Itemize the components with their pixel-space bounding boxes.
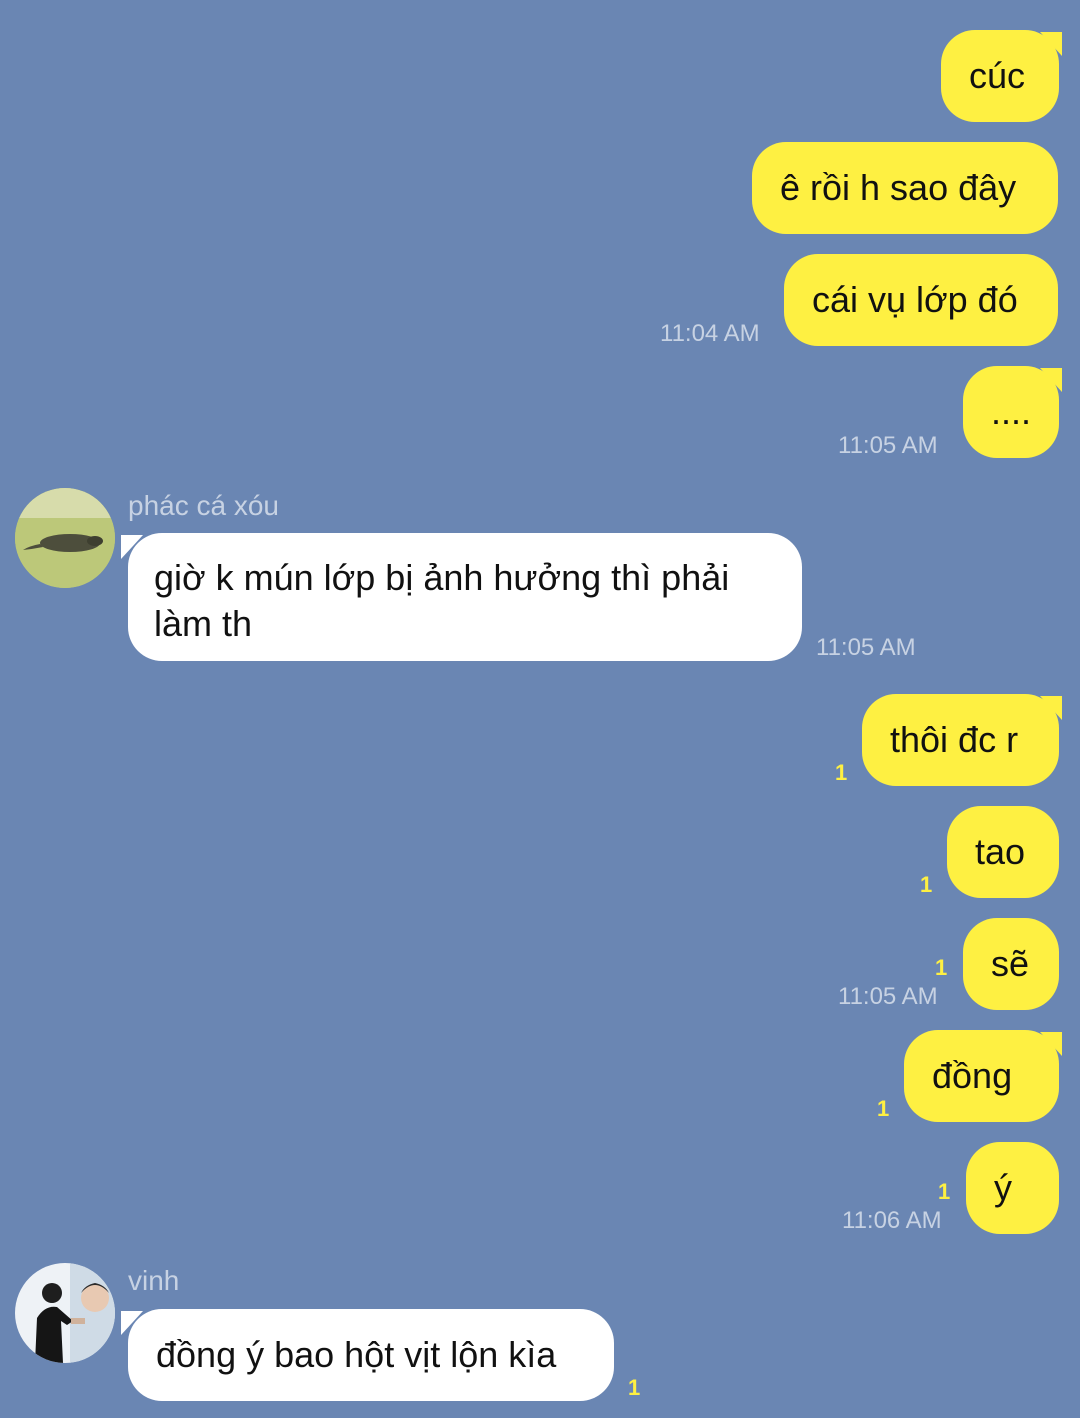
- unread-count: 1: [938, 1179, 951, 1204]
- outgoing-message[interactable]: sẽ: [963, 918, 1059, 1010]
- message-text-line: giờ k mún lớp bị ảnh hưởng thì phải: [154, 557, 730, 598]
- bubble-tail: [1040, 368, 1062, 392]
- incoming-message[interactable]: đồng ý bao hột vịt lộn kìa: [128, 1309, 614, 1401]
- outgoing-message[interactable]: cái vụ lớp đó: [784, 254, 1058, 346]
- message-timestamp: 11:05 AM: [838, 432, 938, 459]
- outgoing-message[interactable]: ê rồi h sao đây: [752, 142, 1058, 234]
- bubble-tail: [1040, 32, 1062, 56]
- message-text: ê rồi h sao đây: [780, 167, 1017, 208]
- message-text-line: làm th: [154, 603, 253, 644]
- bubble-tail: [121, 1311, 143, 1335]
- outgoing-message[interactable]: ý: [966, 1142, 1059, 1234]
- incoming-message[interactable]: giờ k mún lớp bị ảnh hưởng thì phải làm …: [128, 533, 802, 661]
- outgoing-message[interactable]: tao: [947, 806, 1059, 898]
- message-text: cái vụ lớp đó: [812, 279, 1018, 320]
- message-timestamp: 11:06 AM: [842, 1207, 942, 1234]
- bubble-tail: [1040, 696, 1062, 720]
- outgoing-message[interactable]: đồng: [904, 1030, 1059, 1122]
- message-text: đồng: [932, 1055, 1013, 1096]
- unread-count: 1: [835, 760, 848, 785]
- avatar-photo-icon: [15, 1263, 115, 1363]
- message-text: ý: [994, 1167, 1012, 1208]
- sender-name: phác cá xóu: [128, 490, 279, 521]
- message-timestamp: 11:04 AM: [660, 320, 760, 347]
- message-timestamp: 11:05 AM: [816, 634, 916, 661]
- outgoing-message[interactable]: thôi đc r: [862, 694, 1059, 786]
- message-text: thôi đc r: [890, 719, 1019, 760]
- message-text: cúc: [969, 55, 1026, 96]
- bubble-tail: [121, 535, 143, 559]
- message-text: ....: [991, 391, 1032, 432]
- avatar-photo-icon: [15, 488, 115, 588]
- unread-count: 1: [628, 1375, 641, 1400]
- message-text: sẽ: [991, 943, 1030, 984]
- message-text: đồng ý bao hột vịt lộn kìa: [156, 1334, 557, 1375]
- sender-name: vinh: [128, 1265, 180, 1296]
- unread-count: 1: [877, 1096, 890, 1121]
- unread-count: 1: [920, 872, 933, 897]
- message-timestamp: 11:05 AM: [838, 983, 938, 1010]
- avatar[interactable]: [15, 1263, 115, 1363]
- message-text: tao: [975, 831, 1026, 872]
- avatar[interactable]: [15, 488, 115, 588]
- unread-count: 1: [935, 955, 948, 980]
- bubble-tail: [1040, 1032, 1062, 1056]
